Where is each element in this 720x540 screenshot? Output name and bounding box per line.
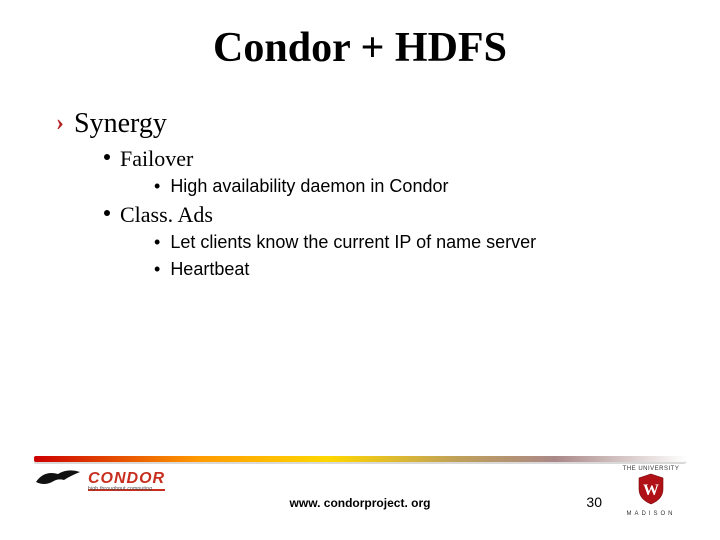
bullet-lvl2: Failover bbox=[56, 146, 680, 172]
slide: Condor + HDFS › Synergy Failover • High … bbox=[0, 0, 720, 540]
condor-tagline: high throughput computing bbox=[88, 486, 152, 492]
bullet-small-icon: • bbox=[154, 230, 160, 254]
wisconsin-bottom-text: MADISON bbox=[616, 511, 686, 517]
page-number: 30 bbox=[586, 494, 602, 510]
wisconsin-w-letter: W bbox=[643, 482, 659, 499]
slide-title: Condor + HDFS bbox=[0, 24, 720, 72]
bullet-small-icon: • bbox=[154, 174, 160, 198]
bullet-text: High availability daemon in Condor bbox=[170, 174, 448, 198]
bullet-dot-icon bbox=[104, 154, 110, 160]
bullet-text: Class. Ads bbox=[120, 202, 213, 228]
condor-bird-icon bbox=[34, 468, 82, 492]
bullet-lvl2: Class. Ads bbox=[56, 202, 680, 228]
bullet-text: Let clients know the current IP of name … bbox=[170, 230, 536, 254]
wisconsin-top-text: THE UNIVERSITY bbox=[616, 466, 686, 472]
bullet-lvl1: › Synergy bbox=[56, 108, 680, 140]
footer-url: www. condorproject. org bbox=[0, 496, 720, 510]
slide-content: › Synergy Failover • High availability d… bbox=[0, 108, 720, 281]
bullet-small-icon: • bbox=[154, 257, 160, 281]
condor-logo: CONDOR high throughput computing bbox=[34, 468, 165, 492]
divider-gradient bbox=[34, 456, 686, 462]
bullet-text: Heartbeat bbox=[170, 257, 249, 281]
chevron-right-icon: › bbox=[56, 110, 64, 137]
bullet-text: Synergy bbox=[74, 108, 167, 140]
bullet-lvl3: • Heartbeat bbox=[56, 257, 680, 281]
wisconsin-crest-icon: W bbox=[636, 473, 666, 505]
bullet-dot-icon bbox=[104, 210, 110, 216]
bullet-text: Failover bbox=[120, 146, 193, 172]
footer: CONDOR high throughput computing www. co… bbox=[0, 450, 720, 540]
bullet-lvl3: • High availability daemon in Condor bbox=[56, 174, 680, 198]
wisconsin-logo: THE UNIVERSITY W MADISON bbox=[616, 466, 686, 517]
bullet-lvl3: • Let clients know the current IP of nam… bbox=[56, 230, 680, 254]
